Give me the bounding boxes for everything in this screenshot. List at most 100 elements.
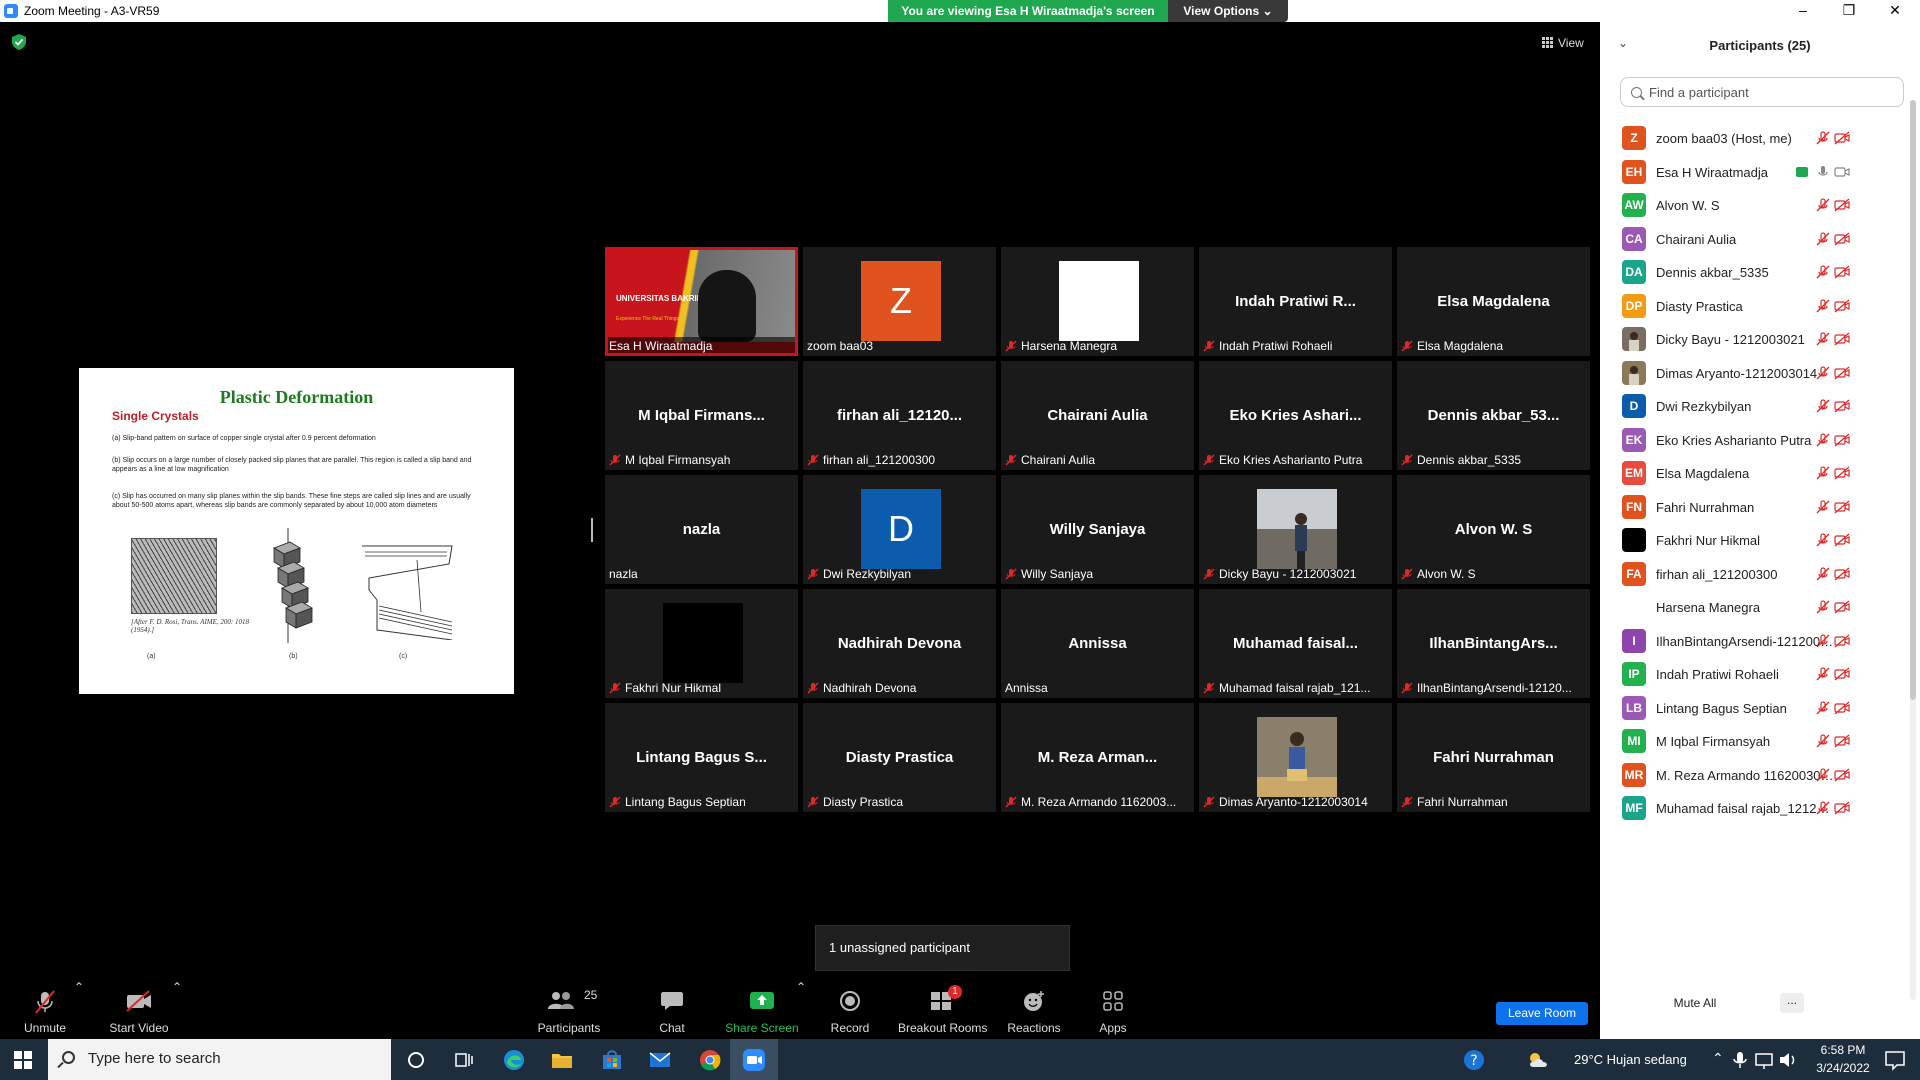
scrollbar-thumb[interactable] xyxy=(1910,100,1916,700)
video-tile[interactable]: D Dwi Rezkybilyan xyxy=(803,475,996,584)
video-tile[interactable]: Fakhri Nur Hikmal xyxy=(605,589,798,698)
video-off-icon[interactable] xyxy=(1834,265,1850,279)
video-tile-presenter[interactable]: UNIVERSITAS BAKRIE Experience The Real T… xyxy=(605,247,798,356)
video-off-icon[interactable] xyxy=(1834,701,1850,715)
video-tile[interactable]: Fahri Nurrahman Fahri Nurrahman xyxy=(1397,703,1590,812)
video-off-icon[interactable] xyxy=(1834,366,1850,380)
video-off-icon[interactable] xyxy=(1834,131,1850,145)
video-tile[interactable]: Indah Pratiwi R... Indah Pratiwi Rohaeli xyxy=(1199,247,1392,356)
video-off-icon[interactable] xyxy=(1834,533,1850,547)
video-tile[interactable]: Dimas Aryanto-1212003014 xyxy=(1199,703,1392,812)
weather-text[interactable]: 29°C Hujan sedang xyxy=(1574,1052,1687,1067)
muted-mic-icon[interactable] xyxy=(1816,700,1830,715)
muted-mic-icon[interactable] xyxy=(1816,466,1830,480)
video-tile[interactable]: Muhamad faisal... Muhamad faisal rajab_12… xyxy=(1199,589,1392,698)
unmute-button[interactable]: Unmute xyxy=(14,980,76,1039)
video-tile[interactable]: IlhanBintangArs... IlhanBintangArsendi-12… xyxy=(1397,589,1590,698)
microphone-icon[interactable] xyxy=(1816,165,1830,179)
help-icon[interactable]: ? xyxy=(1462,1048,1486,1072)
video-off-icon[interactable] xyxy=(1834,768,1850,782)
video-off-icon[interactable] xyxy=(1834,332,1850,346)
start-video-button[interactable]: Start Video xyxy=(104,980,174,1039)
video-tile[interactable]: Harsena Manegra xyxy=(1001,247,1194,356)
chat-button[interactable]: Chat xyxy=(644,980,700,1039)
muted-mic-icon[interactable] xyxy=(1816,734,1830,748)
video-off-icon[interactable] xyxy=(1834,567,1850,581)
muted-mic-icon[interactable] xyxy=(1816,198,1830,212)
windows-start-icon[interactable] xyxy=(14,1051,32,1069)
video-off-icon[interactable] xyxy=(1834,600,1850,614)
muted-mic-icon[interactable] xyxy=(1816,365,1830,380)
volume-icon[interactable] xyxy=(1778,1048,1798,1072)
muted-mic-icon[interactable] xyxy=(1816,499,1830,514)
muted-mic-icon[interactable] xyxy=(1816,801,1830,815)
video-tile[interactable]: Dennis akbar_53... Dennis akbar_5335 xyxy=(1397,361,1590,470)
share-options-caret[interactable]: ⌃ xyxy=(796,980,806,1039)
clock-date[interactable]: 3/24/2022 xyxy=(1810,1061,1876,1075)
mail-icon[interactable] xyxy=(648,1048,672,1072)
microsoft-store-icon[interactable] xyxy=(600,1048,624,1072)
video-tile[interactable]: Diasty Prastica Diasty Prastica xyxy=(803,703,996,812)
view-button[interactable]: View xyxy=(1538,33,1590,53)
record-button[interactable]: Record xyxy=(822,980,878,1039)
video-tile[interactable]: Eko Kries Ashari... Eko Kries Asharianto … xyxy=(1199,361,1392,470)
video-off-icon[interactable] xyxy=(1834,299,1850,313)
video-tile[interactable]: M. Reza Arman... M. Reza Armando 1162003.… xyxy=(1001,703,1194,812)
muted-mic-icon[interactable] xyxy=(1816,633,1830,648)
video-tile[interactable]: Elsa Magdalena Elsa Magdalena xyxy=(1397,247,1590,356)
participant-row[interactable]: MF Muhamad faisal rajab_1212003... xyxy=(1600,788,1900,829)
video-tile[interactable]: firhan ali_12120... firhan ali_121200300 xyxy=(803,361,996,470)
shared-screen[interactable]: Plastic Deformation Single Crystals (a) … xyxy=(6,368,586,694)
muted-mic-icon[interactable] xyxy=(1816,600,1830,614)
taskbar-search-input[interactable]: Type here to search xyxy=(48,1039,391,1080)
participant-list-scrollbar[interactable] xyxy=(1910,100,1916,1000)
video-off-icon[interactable] xyxy=(1834,399,1850,413)
video-tile[interactable]: Dicky Bayu - 1212003021 xyxy=(1199,475,1392,584)
video-tile[interactable]: Zzoom baa03 xyxy=(803,247,996,356)
video-off-icon[interactable] xyxy=(1834,232,1850,246)
file-explorer-icon[interactable] xyxy=(550,1048,574,1072)
muted-mic-icon[interactable] xyxy=(1816,533,1830,547)
muted-mic-icon[interactable] xyxy=(1816,667,1830,681)
video-off-icon[interactable] xyxy=(1834,198,1850,212)
muted-mic-icon[interactable] xyxy=(1816,298,1830,313)
audio-options-caret[interactable]: ⌃ xyxy=(74,980,84,1039)
video-tile[interactable]: Willy Sanjaya Willy Sanjaya xyxy=(1001,475,1194,584)
participants-button[interactable]: 25 Participants xyxy=(530,980,608,1039)
video-tile[interactable]: Alvon W. S Alvon W. S xyxy=(1397,475,1590,584)
video-tile[interactable]: Chairani Aulia Chairani Aulia xyxy=(1001,361,1194,470)
video-off-icon[interactable] xyxy=(1834,500,1850,514)
video-tile[interactable]: Annissa Annissa xyxy=(1001,589,1194,698)
mute-all-button[interactable]: Mute All xyxy=(1660,990,1730,1016)
zoom-taskbar-active[interactable] xyxy=(730,1039,778,1080)
video-off-icon[interactable] xyxy=(1834,466,1850,480)
video-tile[interactable]: Lintang Bagus S... Lintang Bagus Septian xyxy=(605,703,798,812)
chrome-icon[interactable] xyxy=(698,1048,722,1072)
muted-mic-icon[interactable] xyxy=(1816,566,1830,581)
edge-browser-icon[interactable] xyxy=(502,1048,526,1072)
reactions-button[interactable]: Reactions xyxy=(1004,980,1064,1039)
task-view-icon[interactable] xyxy=(452,1048,476,1072)
muted-mic-icon[interactable] xyxy=(1816,131,1830,145)
more-options-button[interactable]: ... xyxy=(1780,993,1804,1013)
microphone-tray-icon[interactable] xyxy=(1732,1048,1748,1072)
split-view-handle[interactable] xyxy=(591,518,593,542)
cortana-icon[interactable] xyxy=(404,1048,428,1072)
apps-button[interactable]: Apps xyxy=(1092,980,1134,1039)
notifications-icon[interactable] xyxy=(1884,1048,1906,1072)
breakout-rooms-button[interactable]: 1 Breakout Rooms xyxy=(898,980,987,1039)
security-shield-icon[interactable] xyxy=(12,34,26,50)
video-off-icon[interactable] xyxy=(1834,667,1850,681)
video-off-icon[interactable] xyxy=(1834,634,1850,648)
video-off-icon[interactable] xyxy=(1834,433,1850,447)
muted-mic-icon[interactable] xyxy=(1816,265,1830,279)
maximize-button[interactable]: ❐ xyxy=(1826,0,1872,22)
participant-search-input[interactable]: Find a participant xyxy=(1620,77,1904,107)
video-off-icon[interactable] xyxy=(1834,734,1850,748)
leave-room-button[interactable]: Leave Room xyxy=(1496,1002,1588,1025)
video-tile[interactable]: Nadhirah Devona Nadhirah Devona xyxy=(803,589,996,698)
video-off-icon[interactable] xyxy=(1834,801,1850,815)
clock-time[interactable]: 6:58 PM xyxy=(1810,1043,1876,1057)
minimize-button[interactable]: – xyxy=(1780,0,1826,22)
muted-mic-icon[interactable] xyxy=(1816,231,1830,246)
